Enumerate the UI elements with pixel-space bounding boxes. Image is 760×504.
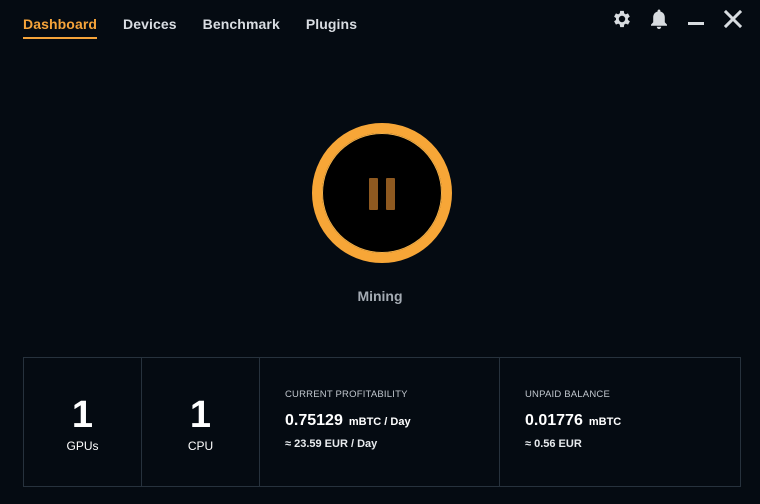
window-controls [596,8,744,30]
profitability-value: 0.75129 [285,412,343,429]
gpu-count-label: GPUs [66,439,99,453]
top-nav: Dashboard Devices Benchmark Plugins [23,16,383,39]
tab-dashboard[interactable]: Dashboard [23,16,98,39]
close-icon[interactable] [722,8,744,30]
cpu-count-label: CPU [187,439,214,453]
balance-value: 0.01776 [525,412,583,429]
cpu-count: 1 [189,394,212,436]
profitability-unit: mBTC / Day [348,416,411,428]
unpaid-balance-card: UNPAID BALANCE 0.01776 mBTC ≈ 0.56 EUR [500,358,740,486]
tab-plugins[interactable]: Plugins [306,16,357,39]
profitability-card: CURRENT PROFITABILITY 0.75129 mBTC / Day… [260,358,500,486]
profitability-title: CURRENT PROFITABILITY [285,389,408,400]
gear-icon[interactable] [611,8,633,30]
cpu-count-card: 1 CPU [142,358,260,486]
balance-title: UNPAID BALANCE [525,389,610,400]
bell-icon[interactable] [648,8,670,30]
gpu-count: 1 [71,394,94,436]
tab-devices[interactable]: Devices [123,16,177,39]
mining-status-label: Mining [357,288,403,304]
mining-toggle-button[interactable] [312,123,452,263]
balance-fiat: ≈ 0.56 EUR [525,438,582,450]
minimize-icon[interactable] [685,8,707,30]
profitability-fiat: ≈ 23.59 EUR / Day [285,438,378,450]
balance-unit: mBTC [588,416,622,428]
pause-icon [369,178,395,210]
stats-panel: 1 GPUs 1 CPU CURRENT PROFITABILITY 0.751… [23,357,741,487]
tab-benchmark[interactable]: Benchmark [203,16,280,39]
gpu-count-card: 1 GPUs [24,358,142,486]
